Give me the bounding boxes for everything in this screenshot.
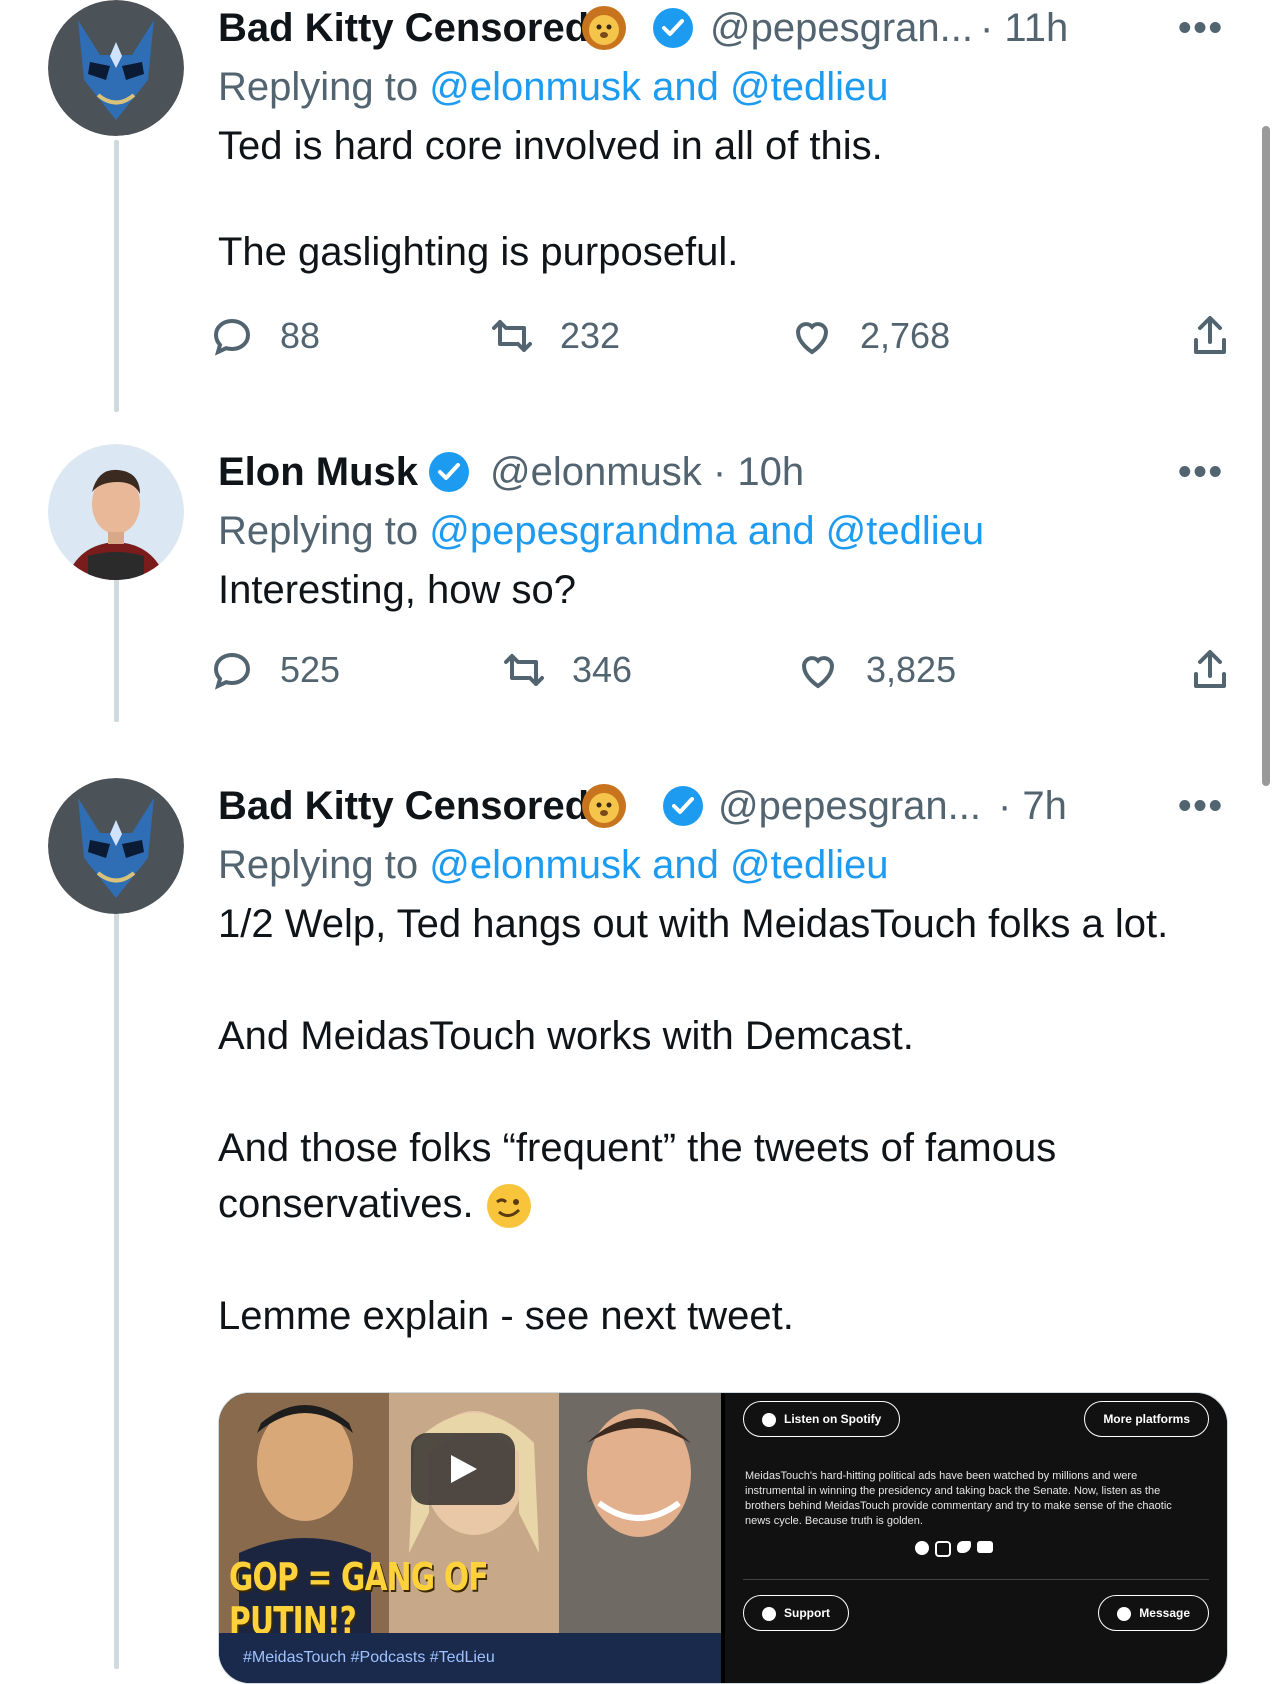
tweet-text: 1/2 Welp, Ted hangs out with MeidasTouch… [218, 896, 1224, 1344]
like-count: 2,768 [860, 315, 951, 356]
tweet-1[interactable]: Bad Kitty Censored @pepesgran... · 11h •… [213, 0, 1226, 356]
media-card[interactable]: GOP = GANG OF PUTIN!? #MeidasTouch #Podc… [218, 1392, 1228, 1684]
retweet-button[interactable]: 232 [488, 306, 620, 366]
more-options-button[interactable]: ••• [1178, 0, 1224, 56]
share-button[interactable] [1186, 640, 1234, 700]
tweet-paragraph: Lemme explain - see next tweet. [218, 1294, 794, 1338]
share-button[interactable] [1186, 306, 1234, 366]
dollar-icon [762, 1606, 776, 1621]
listen-on-spotify-button[interactable]: Listen on Spotify [743, 1401, 901, 1437]
reply-button[interactable]: 525 [208, 640, 340, 700]
replying-to: Replying to @elonmusk and @tedlieu [218, 56, 1224, 118]
wink-emoji [485, 1182, 533, 1230]
verified-badge-icon [652, 7, 694, 49]
tweet-text: Ted is hard core involved in all of this… [218, 118, 1224, 280]
replying-to-label: Replying to [218, 65, 419, 109]
author-name[interactable]: Elon Musk [218, 444, 418, 500]
thread-line-2 [114, 562, 119, 722]
video-thumbnail[interactable]: GOP = GANG OF PUTIN!? #MeidasTouch #Podc… [219, 1393, 721, 1683]
avatar-bad-kitty[interactable] [48, 778, 184, 914]
tweet-time[interactable]: · 11h [980, 0, 1068, 56]
reply-button[interactable]: 88 [208, 306, 320, 366]
lion-emoji [580, 782, 628, 830]
replying-to: Replying to @elonmusk and @tedlieu [218, 834, 1224, 896]
author-name[interactable]: Bad Kitty Censored [218, 0, 589, 56]
play-button[interactable] [411, 1433, 515, 1505]
spotify-panel: Listen on Spotify More platforms MeidasT… [725, 1393, 1227, 1683]
thread-line-1 [114, 140, 119, 412]
spotify-icon [762, 1412, 776, 1427]
scrollbar[interactable] [1262, 126, 1270, 786]
lion-emoji [580, 4, 628, 52]
replying-to-label: Replying to [218, 509, 419, 553]
video-tags[interactable]: #MeidasTouch #Podcasts #TedLieu [219, 1633, 721, 1683]
avatar-bad-kitty[interactable] [48, 0, 184, 136]
more-options-button[interactable]: ••• [1178, 778, 1224, 834]
play-icon [451, 1455, 477, 1483]
share-icon [1194, 316, 1226, 354]
avatar-elon-musk[interactable] [48, 444, 184, 580]
author-handle[interactable]: @pepesgran... [718, 778, 981, 834]
message-icon [1117, 1606, 1132, 1621]
reply-count: 88 [280, 315, 321, 356]
tweet-paragraph: And those folks “frequent” the tweets of… [218, 1120, 1224, 1232]
replying-to-label: Replying to [218, 843, 419, 887]
verified-badge-icon [662, 785, 704, 827]
retweet-count: 346 [572, 649, 633, 690]
message-label: Message [1139, 1606, 1190, 1620]
replying-to-mentions[interactable]: @elonmusk and @tedlieu [429, 843, 888, 887]
tweet-text: Interesting, how so? [218, 562, 1224, 618]
youtube-icon[interactable] [977, 1541, 993, 1553]
support-label: Support [784, 1606, 830, 1620]
retweet-icon [504, 654, 544, 686]
tweet-paragraph: Ted is hard core involved in all of this… [218, 124, 883, 168]
thread-line-3 [114, 880, 119, 1669]
reply-count: 525 [280, 649, 341, 690]
action-bar: 88 232 2,768 [213, 306, 1226, 366]
tweet-paragraph: 1/2 Welp, Ted hangs out with MeidasTouch… [218, 902, 1169, 946]
author-handle[interactable]: @elonmusk · 10h [490, 444, 804, 500]
more-platforms-button[interactable]: More platforms [1084, 1401, 1209, 1437]
like-icon [801, 656, 835, 689]
message-button[interactable]: Message [1098, 1595, 1209, 1631]
social-icons [915, 1541, 993, 1557]
replying-to-mentions[interactable]: @pepesgrandma and @tedlieu [429, 509, 984, 553]
tweet-paragraph: Interesting, how so? [218, 568, 576, 612]
retweet-button[interactable]: 346 [500, 640, 632, 700]
replying-to-mentions[interactable]: @elonmusk and @tedlieu [429, 65, 888, 109]
support-button[interactable]: Support [743, 1595, 849, 1631]
divider [743, 1579, 1209, 1580]
like-button[interactable]: 2,768 [788, 306, 950, 366]
podcast-description: MeidasTouch's hard-hitting political ads… [745, 1470, 1172, 1527]
verified-badge-icon [428, 451, 470, 493]
facebook-icon[interactable] [915, 1541, 929, 1555]
tweet-time[interactable]: · 7h [998, 778, 1067, 834]
tweet-paragraph: The gaslighting is purposeful. [218, 230, 739, 274]
share-icon [1194, 650, 1226, 688]
like-icon [795, 322, 829, 355]
replying-to: Replying to @pepesgrandma and @tedlieu [218, 500, 1224, 562]
retweet-count: 232 [560, 315, 621, 356]
tweet-paragraph-text: And those folks “frequent” the tweets of… [218, 1126, 1057, 1226]
reply-icon [213, 652, 251, 690]
action-bar: 525 346 3,825 [213, 640, 1226, 700]
instagram-icon[interactable] [935, 1541, 951, 1557]
listen-label: Listen on Spotify [784, 1412, 882, 1426]
author-name[interactable]: Bad Kitty Censored [218, 778, 589, 834]
tweet-2[interactable]: Elon Musk @elonmusk · 10h ••• Replying t… [213, 444, 1226, 690]
twitter-icon[interactable] [957, 1541, 971, 1553]
author-handle[interactable]: @pepesgran... [710, 0, 973, 56]
like-button[interactable]: 3,825 [794, 640, 956, 700]
retweet-icon [492, 320, 532, 352]
more-options-button[interactable]: ••• [1178, 444, 1224, 500]
tweet-3[interactable]: Bad Kitty Censored @pepesgran... · 7h ••… [218, 778, 1224, 1344]
reply-icon [213, 318, 251, 356]
tweet-paragraph: And MeidasTouch works with Demcast. [218, 1014, 914, 1058]
like-count: 3,825 [866, 649, 957, 690]
video-title: GOP = GANG OF PUTIN!? [229, 1555, 489, 1643]
